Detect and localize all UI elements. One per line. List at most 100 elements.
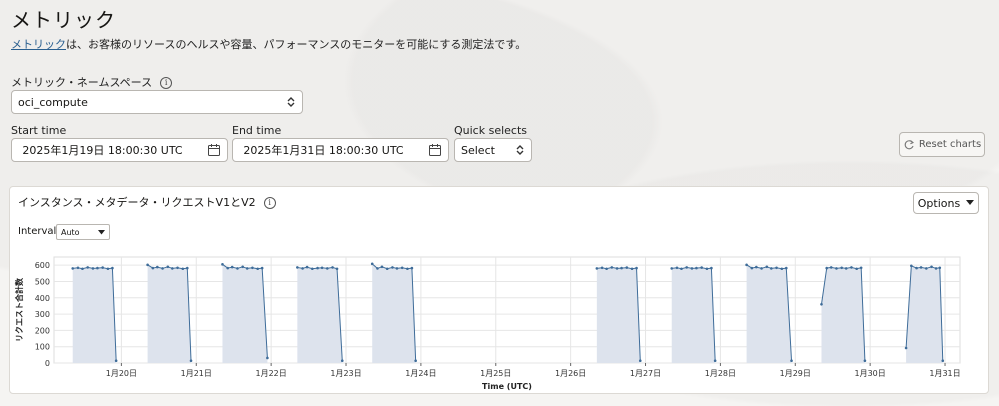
data-point [156, 265, 159, 269]
data-point [414, 359, 417, 363]
data-point [385, 267, 389, 271]
data-point [316, 266, 319, 270]
data-point [91, 267, 95, 270]
end-time-field[interactable]: 2025年1月31日 18:00:30 UTC [232, 138, 449, 162]
data-point [620, 266, 623, 270]
metric-chart-panel: インスタンス・メタデータ・リクエストV1とV2 i Options Interva… [9, 186, 989, 394]
select-updown-icon [287, 97, 295, 107]
data-point [685, 266, 689, 269]
data-point [410, 266, 414, 270]
x-axis-title: Time (UTC) [482, 382, 532, 391]
data-point [934, 267, 938, 270]
data-point [391, 266, 394, 269]
data-point [301, 267, 304, 270]
metrics-doc-link[interactable]: メトリック [11, 38, 66, 51]
description-text: は、お客様のリソースのヘルスや容量、パフォーマンスのモニターを可能にする測定法で… [66, 38, 527, 51]
data-point [325, 267, 329, 270]
x-tick-label: 1月26日 [555, 369, 586, 378]
chart-panel-title: インスタンス・メタデータ・リクエストV1とV2 i [18, 194, 276, 210]
caret-down-icon [98, 229, 105, 234]
calendar-icon[interactable] [207, 143, 221, 157]
data-point [765, 265, 769, 269]
data-point [266, 356, 269, 360]
area-segment [671, 267, 716, 363]
info-icon[interactable]: i [160, 77, 173, 89]
namespace-select-value: oci_compute [18, 95, 88, 109]
data-point [305, 265, 309, 269]
data-point [296, 266, 299, 269]
data-point [775, 266, 778, 270]
calendar-icon[interactable] [428, 143, 442, 157]
start-time-field[interactable]: 2025年1月19日 18:00:30 UTC [11, 138, 228, 162]
x-tick-label: 1月25日 [480, 369, 511, 378]
data-point [610, 266, 614, 269]
data-point [226, 266, 230, 270]
end-time-value: 2025年1月31日 18:00:30 UTC [243, 144, 404, 157]
area-segment [821, 267, 865, 363]
data-point [114, 359, 118, 363]
chart-panel-title-text: インスタンス・メタデータ・リクエストV1とV2 [18, 196, 256, 209]
area-segment [906, 265, 943, 363]
data-point [638, 359, 642, 363]
data-point [380, 265, 384, 269]
data-point [331, 266, 334, 269]
x-tick-label: 1月20日 [106, 369, 137, 378]
data-point [151, 266, 155, 270]
data-point [595, 267, 599, 270]
data-point [859, 266, 863, 270]
data-point [181, 267, 185, 271]
namespace-select[interactable]: oci_compute [11, 90, 303, 114]
data-point [784, 266, 788, 270]
data-point [700, 266, 703, 269]
data-point [86, 266, 89, 269]
reset-charts-button[interactable]: Reset charts [899, 132, 985, 157]
data-point [106, 267, 110, 271]
data-point [400, 266, 404, 270]
data-point [189, 359, 193, 363]
data-point [146, 263, 149, 267]
page-title: メトリック [11, 8, 116, 32]
data-point [790, 359, 793, 363]
data-point [855, 267, 858, 271]
y-tick-label: 300 [35, 310, 50, 319]
data-point [161, 267, 164, 270]
data-point [760, 267, 763, 270]
x-tick-label: 1月23日 [330, 369, 361, 378]
y-tick-label: 600 [35, 261, 50, 270]
y-axis-title: リクエスト合計数 [14, 277, 24, 342]
area-segment [596, 267, 641, 363]
data-point [311, 267, 314, 271]
data-point [241, 265, 244, 269]
data-point [840, 266, 843, 270]
data-point [245, 267, 249, 270]
data-point [615, 267, 619, 270]
y-tick-label: 200 [35, 326, 50, 335]
data-point [96, 266, 99, 270]
info-icon[interactable]: i [263, 197, 276, 209]
area-segment [372, 263, 416, 363]
data-point [395, 267, 399, 270]
caret-down-icon [966, 200, 975, 205]
data-point [185, 266, 189, 270]
data-point [230, 265, 234, 269]
data-point [829, 266, 833, 269]
data-point [844, 267, 848, 270]
data-point [256, 267, 259, 271]
data-point [630, 267, 634, 271]
data-point [680, 267, 683, 271]
options-button[interactable]: Options [913, 192, 979, 214]
data-point [850, 266, 853, 269]
interval-value: Auto [61, 227, 80, 237]
data-point [370, 262, 374, 266]
data-point [670, 267, 674, 270]
data-point [675, 266, 679, 270]
data-point [863, 359, 867, 363]
data-point [941, 359, 945, 363]
request-chart: 0 100 200 300 400 500 600 1月20日 1月21日 1月22日 1月23日 1… [14, 256, 961, 391]
quick-selects-select[interactable]: Select [454, 138, 532, 162]
data-point [625, 266, 629, 269]
data-point [919, 266, 923, 269]
interval-select[interactable]: Auto [56, 224, 110, 240]
x-tick-label: 1月21日 [181, 369, 212, 378]
area-segment [222, 264, 268, 363]
